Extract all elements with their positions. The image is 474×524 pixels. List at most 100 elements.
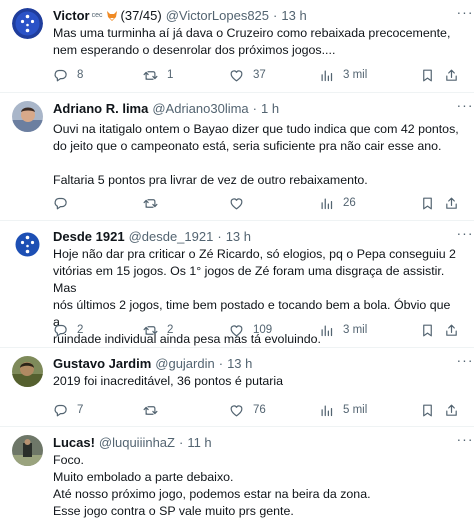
timestamp[interactable]: 13 h [227, 355, 252, 372]
tweet-line: do jeito que o campeonato está, seria su… [53, 139, 442, 153]
reply-button[interactable]: 2 [53, 323, 83, 338]
share-button[interactable] [444, 68, 459, 83]
author-name[interactable]: Lucas! [53, 434, 95, 451]
reply-button[interactable]: 7 [53, 403, 83, 418]
more-icon[interactable]: ··· [456, 226, 474, 244]
avatar[interactable] [12, 435, 43, 466]
bookmark-button[interactable] [420, 323, 435, 338]
like-icon [229, 403, 244, 418]
retweet-icon [143, 196, 158, 211]
share-icon [444, 68, 459, 83]
like-button[interactable]: 109 [229, 323, 272, 338]
like-count: 109 [253, 324, 273, 336]
avatar[interactable] [12, 229, 43, 260]
fox-emoji-icon [106, 10, 117, 21]
tweet[interactable]: Adriano R. lima @Adriano30lima · 1 h Ouv… [0, 93, 474, 221]
timestamp[interactable]: 13 h [226, 228, 251, 245]
tweet-line: Mas uma turminha aí já dava o Cruzeiro c… [53, 26, 451, 40]
view-count: 26 [343, 197, 356, 209]
views-icon [319, 68, 334, 83]
timestamp[interactable]: 11 h [187, 434, 211, 451]
share-icon [444, 196, 459, 211]
like-button[interactable] [229, 196, 253, 211]
retweet-button[interactable] [143, 403, 167, 418]
views-icon [319, 196, 334, 211]
view-count: 3 mil [343, 69, 368, 81]
timestamp[interactable]: 1 h [261, 100, 279, 117]
separator-dot: · [178, 435, 184, 450]
like-icon [229, 196, 244, 211]
author-handle[interactable]: @luquiiinhaZ [99, 434, 175, 451]
author-handle[interactable]: @desde_1921 [129, 228, 214, 245]
tweet-text: Ouvi na itatigalo ontem o Bayao dizer qu… [53, 121, 460, 189]
bookmark-icon [420, 196, 435, 211]
like-count: 76 [253, 404, 266, 416]
reply-count: 8 [77, 69, 84, 81]
retweet-count: 1 [167, 69, 174, 81]
tweet-line: vitórias em 15 jogos. Os 1° jogos de Zé … [53, 264, 445, 295]
reply-feed: Victor cec (37/45) @VictorLopes825 · 13 … [0, 0, 474, 524]
more-icon[interactable]: ··· [456, 353, 474, 371]
views-button[interactable]: 3 mil [319, 323, 367, 338]
bookmark-button[interactable] [420, 403, 435, 418]
views-button[interactable]: 3 mil [319, 68, 367, 83]
author-handle[interactable]: @gujardin [155, 355, 214, 372]
tweet-line: Hoje não dar pra criticar o Zé Ricardo, … [53, 247, 456, 261]
author-name[interactable]: Victor [53, 7, 90, 24]
share-icon [444, 403, 459, 418]
avatar[interactable] [12, 356, 43, 387]
author-handle[interactable]: @Adriano30lima [152, 100, 248, 117]
bookmark-button[interactable] [420, 68, 435, 83]
name-badge: cec [91, 12, 103, 19]
tweet[interactable]: Gustavo Jardim @gujardin · 13 h 2019 foi… [0, 348, 474, 427]
tweet-line: Ouvi na itatigalo ontem o Bayao dizer qu… [53, 122, 459, 136]
bookmark-icon [420, 403, 435, 418]
action-bar: 26 [53, 194, 460, 212]
views-button[interactable]: 26 [319, 196, 356, 211]
retweet-icon [143, 323, 158, 338]
reply-button[interactable]: 8 [53, 68, 83, 83]
share-button[interactable] [444, 196, 459, 211]
reply-icon [53, 323, 68, 338]
timestamp[interactable]: 13 h [281, 7, 306, 24]
tweet-line: nem esperando o desenrolar dos próximos … [53, 43, 336, 57]
retweet-button[interactable]: 1 [143, 68, 173, 83]
avatar[interactable] [12, 8, 43, 39]
views-icon [319, 323, 334, 338]
tweet-line: Esse jogo contra o SP vale muito prs gen… [53, 504, 294, 518]
view-count: 3 mil [343, 324, 368, 336]
like-button[interactable]: 37 [229, 68, 266, 83]
separator-dot: · [218, 356, 224, 371]
separator-dot: · [252, 101, 258, 116]
tweet[interactable]: Victor cec (37/45) @VictorLopes825 · 13 … [0, 0, 474, 93]
retweet-button[interactable] [143, 196, 167, 211]
author-handle[interactable]: @VictorLopes825 [166, 7, 269, 24]
share-button[interactable] [444, 323, 459, 338]
more-icon[interactable]: ··· [456, 5, 474, 23]
author-name[interactable]: Desde 1921 [53, 228, 125, 245]
tweet-line: Muito embolado a parte debaixo. [53, 470, 234, 484]
more-icon[interactable]: ··· [456, 432, 474, 450]
author-name[interactable]: Gustavo Jardim [53, 355, 151, 372]
avatar[interactable] [12, 101, 43, 132]
tweet[interactable]: Lucas! @luquiiinhaZ · 11 h Foco. Muito e… [0, 427, 474, 524]
reply-count: 7 [77, 404, 84, 416]
author-name[interactable]: Adriano R. lima [53, 100, 148, 117]
tweet-text: 2019 foi inacreditável, 36 pontos é puta… [53, 373, 460, 390]
bookmark-icon [420, 68, 435, 83]
reply-icon [53, 403, 68, 418]
bookmark-button[interactable] [420, 196, 435, 211]
tweet-line: 2019 foi inacreditável, 36 pontos é puta… [53, 374, 284, 388]
separator-dot: · [273, 8, 278, 23]
tweet[interactable]: Desde 1921 @desde_1921 · 13 h Hoje não d… [0, 221, 474, 348]
reply-button[interactable] [53, 196, 77, 211]
retweet-button[interactable]: 2 [143, 323, 173, 338]
reply-icon [53, 68, 68, 83]
views-button[interactable]: 5 mil [319, 403, 367, 418]
reply-icon [53, 196, 68, 211]
like-button[interactable]: 76 [229, 403, 266, 418]
share-button[interactable] [444, 403, 459, 418]
bookmark-icon [420, 323, 435, 338]
more-icon[interactable]: ··· [456, 98, 474, 116]
tweet-line: Faltaria 5 pontos pra livrar de vez de o… [53, 173, 368, 187]
